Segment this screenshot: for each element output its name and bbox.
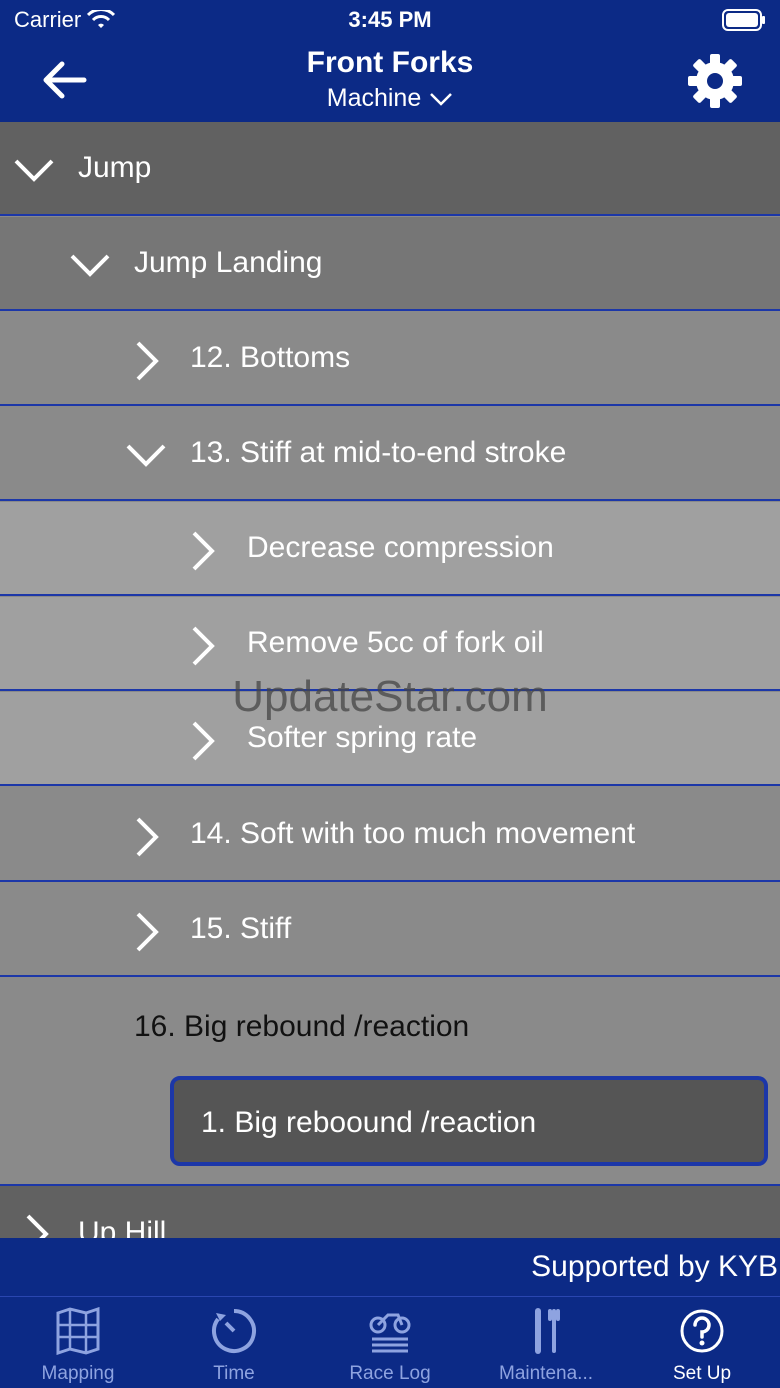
chevron-down-icon (126, 444, 166, 467)
list-item-label: 12. Bottoms (190, 341, 351, 374)
list-item-label: Jump Landing (134, 246, 323, 279)
help-icon (680, 1309, 724, 1353)
tab-label: Time (213, 1363, 255, 1384)
status-bar: Carrier 3:45 PM (0, 0, 780, 40)
page-title: Front Forks (306, 46, 474, 79)
tab-race-log[interactable]: Race Log (312, 1297, 468, 1388)
chevron-right-icon (136, 912, 159, 952)
list-item-label: 15. Stiff (190, 912, 292, 945)
tab-set-up[interactable]: Set Up (624, 1297, 780, 1388)
navigation-bar: Front Forks Machine (0, 40, 780, 122)
timer-icon (212, 1309, 256, 1353)
chevron-right-icon (26, 1214, 49, 1238)
list-item-stiff-mid-end-stroke[interactable]: 13. Stiff at mid-to-end stroke (0, 407, 780, 501)
tab-label: Mapping (41, 1363, 115, 1384)
result-card[interactable]: 1. Big reboound /reaction (170, 1076, 768, 1166)
chevron-down-icon (14, 159, 54, 182)
list-item-label: Decrease compression (247, 531, 554, 564)
list-item-jump-landing[interactable]: Jump Landing (0, 217, 780, 311)
battery-icon (722, 9, 765, 31)
list-item-softer-spring[interactable]: Softer spring rate (0, 692, 780, 786)
list-item-label: 14. Soft with too much movement (190, 817, 636, 850)
clock: 3:45 PM (348, 7, 432, 32)
chevron-right-icon (192, 531, 215, 571)
tab-label: Maintena... (499, 1363, 593, 1384)
list-item-label: Softer spring rate (247, 721, 478, 754)
list-item-label: Remove 5cc of fork oil (247, 626, 544, 659)
list-item-label: 16. Big rebound /reaction (134, 1010, 470, 1043)
motorcycle-log-icon (369, 1313, 411, 1353)
list-item-stiff[interactable]: 15. Stiff (0, 883, 780, 977)
list-item-label: 13. Stiff at mid-to-end stroke (190, 436, 567, 469)
list-item-up-hill[interactable]: Up Hill (0, 1186, 780, 1238)
gear-icon[interactable] (686, 52, 744, 110)
tab-label: Race Log (349, 1363, 431, 1384)
tools-icon (535, 1308, 560, 1354)
machine-selector-label: Machine (326, 84, 422, 112)
tab-maintenance[interactable]: Maintena... (468, 1297, 624, 1388)
list-item-remove-fork-oil[interactable]: Remove 5cc of fork oil (0, 597, 780, 691)
troubleshooting-list[interactable]: Jump Jump Landing 12. Bottoms 13. Stiff … (0, 122, 780, 1238)
tab-mapping[interactable]: Mapping (0, 1297, 156, 1388)
result-label: 1. Big reboound /reaction (201, 1106, 537, 1139)
list-item-decrease-compression[interactable]: Decrease compression (0, 502, 780, 596)
map-icon (56, 1307, 100, 1355)
tab-label: Set Up (672, 1363, 732, 1384)
list-item-bottoms[interactable]: 12. Bottoms (0, 312, 780, 406)
machine-selector[interactable]: Machine (0, 84, 780, 113)
chevron-down-icon (70, 254, 110, 277)
tab-time[interactable]: Time (156, 1297, 312, 1388)
list-item-jump[interactable]: Jump (0, 122, 780, 216)
chevron-down-icon (430, 92, 453, 106)
supported-by-banner: Supported by KYB (0, 1238, 780, 1296)
list-item-label: Up Hill (78, 1216, 167, 1238)
chevron-right-icon (136, 817, 159, 857)
list-item-soft-too-much-movement[interactable]: 14. Soft with too much movement (0, 788, 780, 882)
tab-bar: Mapping Time Race Log Maintena... Set Up (0, 1296, 780, 1388)
chevron-right-icon (192, 626, 215, 666)
list-item-label: Jump (78, 151, 152, 184)
chevron-right-icon (136, 341, 159, 381)
chevron-right-icon (192, 721, 215, 761)
